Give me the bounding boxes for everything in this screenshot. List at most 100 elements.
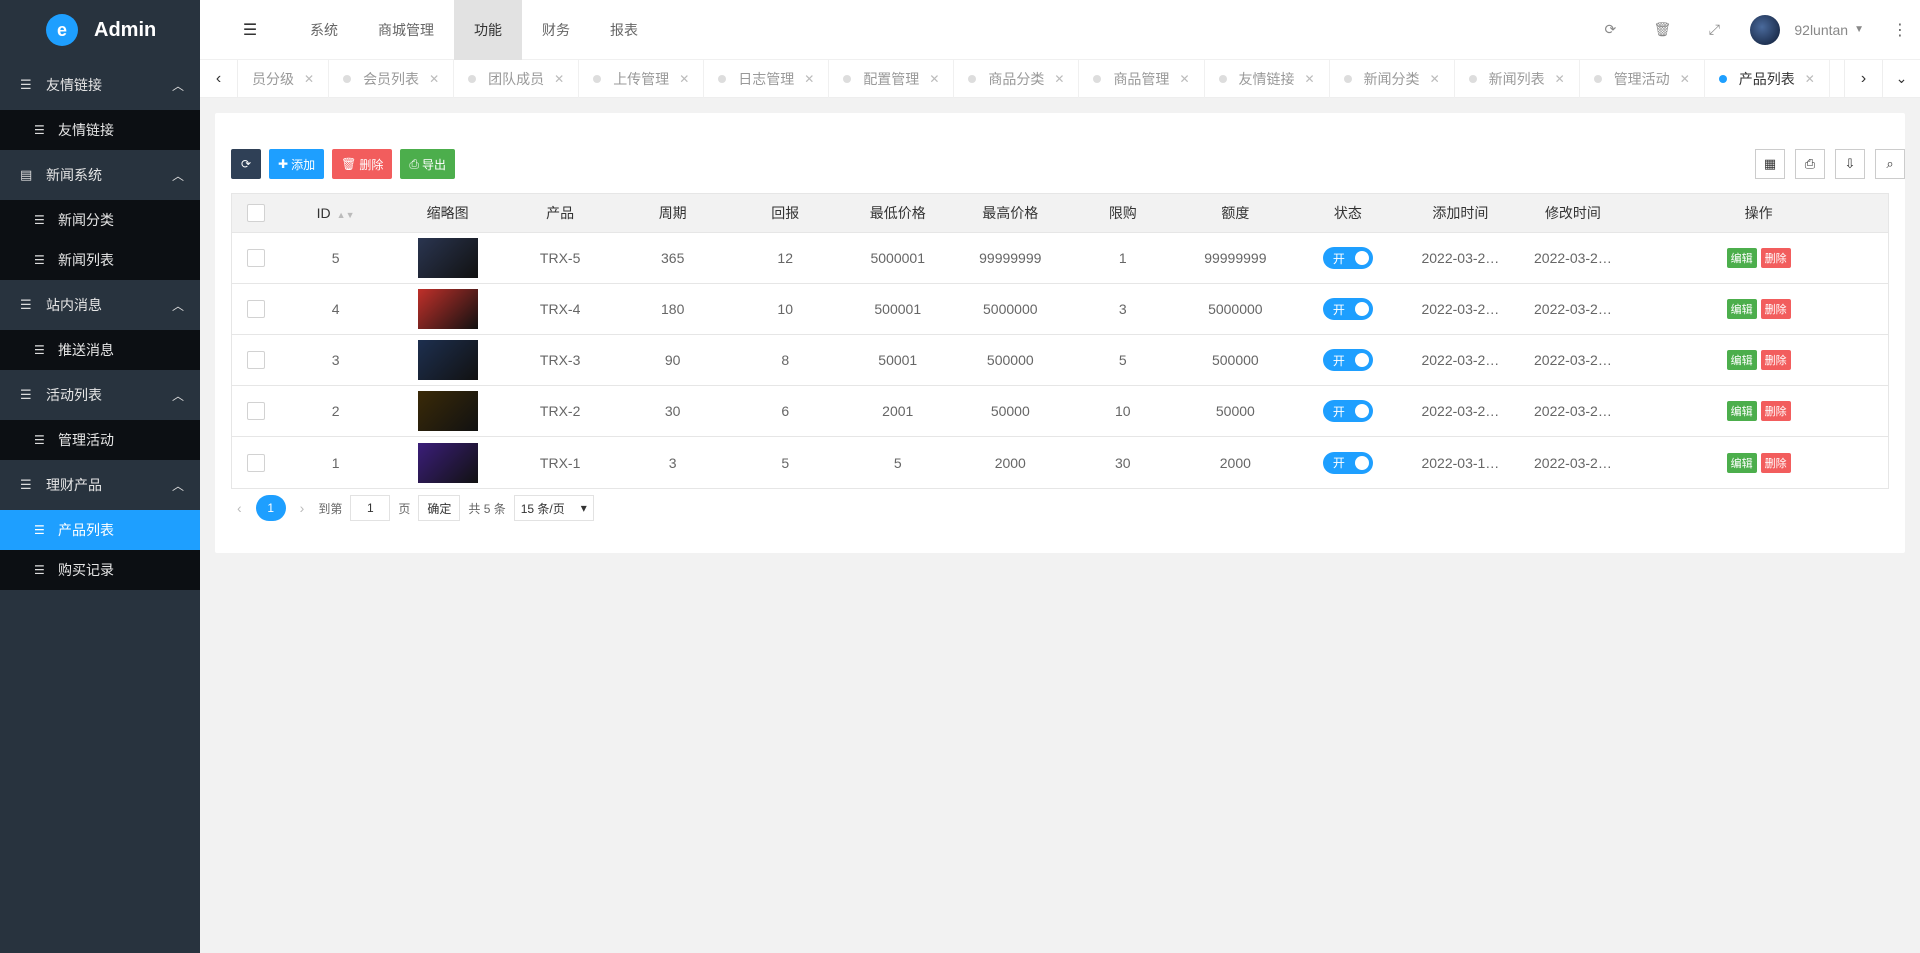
nav-item[interactable]: 系统: [290, 0, 358, 60]
page-tab[interactable]: 管理活动 ✕: [1580, 59, 1705, 98]
nav-item[interactable]: 功能: [454, 0, 522, 60]
page-tab[interactable]: 日志管理 ✕: [704, 59, 830, 98]
page-tab[interactable]: 产品列表 ✕: [1705, 59, 1830, 98]
sidebar-item[interactable]: ☰ 新闻分类: [0, 200, 200, 240]
row-delete-button[interactable]: 删除: [1760, 452, 1791, 473]
close-icon[interactable]: ✕: [929, 72, 939, 86]
nav-item[interactable]: 商城管理: [358, 0, 454, 60]
close-icon[interactable]: ✕: [429, 72, 439, 86]
row-checkbox[interactable]: [246, 453, 265, 472]
main-card: ⟳ ✚ 添加 🗑 删除 ⎙ 导出 ▦ ⎙ ⇩ ⌕ ID ▲▼ 缩略图 产品 周期 回报 …: [215, 113, 1905, 553]
logo[interactable]: e Admin: [0, 0, 200, 60]
menu-group-2[interactable]: ☰ 站内消息 ︿: [0, 280, 200, 330]
trash-icon[interactable]: 🗑: [1636, 21, 1688, 38]
row-delete-button[interactable]: 删除: [1760, 299, 1791, 319]
close-icon[interactable]: ✕: [679, 72, 689, 86]
refresh-icon[interactable]: ⟳: [1584, 21, 1636, 38]
status-toggle[interactable]: 开: [1322, 451, 1373, 474]
status-toggle[interactable]: 开: [1322, 400, 1373, 422]
close-icon[interactable]: ✕: [1555, 72, 1565, 86]
menu-group-4[interactable]: ☰ 理财产品 ︿: [0, 460, 200, 510]
sidebar-item[interactable]: ☰ 推送消息: [0, 330, 200, 370]
page-size-select[interactable]: 15 条/页 ▾: [513, 495, 594, 521]
close-icon[interactable]: ✕: [1305, 72, 1315, 86]
sidebar-item[interactable]: ☰ 购买记录: [0, 550, 200, 590]
edit-button[interactable]: 编辑: [1726, 248, 1757, 268]
close-icon[interactable]: ✕: [1430, 72, 1440, 86]
username[interactable]: 92luntan: [1794, 22, 1848, 38]
tabs-prev-icon[interactable]: ‹: [200, 59, 238, 98]
fullscreen-icon[interactable]: ⤢: [1688, 21, 1740, 38]
menu-group-0[interactable]: ☰ 友情链接 ︿: [0, 60, 200, 110]
caret-down-icon[interactable]: ▼: [1854, 24, 1864, 35]
page-tab[interactable]: 上传管理 ✕: [579, 59, 705, 98]
tab-label: 员分级: [252, 70, 294, 87]
next-page-icon[interactable]: ›: [294, 500, 311, 516]
edit-button[interactable]: 编辑: [1726, 401, 1757, 421]
col-id[interactable]: ID ▲▼: [280, 205, 392, 221]
more-icon[interactable]: ⋮: [1892, 20, 1908, 40]
tabs-next-icon[interactable]: ›: [1844, 59, 1882, 98]
close-icon[interactable]: ✕: [304, 72, 314, 86]
edit-button[interactable]: 编辑: [1726, 299, 1757, 319]
page-tab[interactable]: 商品管理 ✕: [1079, 59, 1205, 98]
sidebar-item[interactable]: ☰ 产品列表: [0, 510, 200, 550]
row-checkbox[interactable]: [246, 351, 265, 370]
nav-item[interactable]: 财务: [522, 0, 590, 60]
page-tab[interactable]: 团队成员 ✕: [454, 59, 580, 98]
page-tab[interactable]: 商品分类 ✕: [954, 59, 1080, 98]
sidebar-item[interactable]: ☰ 新闻列表: [0, 240, 200, 280]
toggle-label: 开: [1332, 353, 1345, 368]
page-tab[interactable]: 新闻分类 ✕: [1330, 59, 1455, 98]
sidebar-item[interactable]: ☰ 友情链接: [0, 110, 200, 150]
edit-button[interactable]: 编辑: [1726, 452, 1757, 473]
close-icon[interactable]: ✕: [1680, 72, 1690, 86]
list-icon: ☰: [20, 297, 32, 312]
add-button[interactable]: ✚ 添加: [269, 149, 325, 179]
page-tab[interactable]: 新闻列表 ✕: [1455, 59, 1580, 98]
confirm-button[interactable]: 确定: [418, 495, 461, 521]
print-icon[interactable]: ⎙: [1795, 149, 1825, 179]
export-icon[interactable]: ⇩: [1835, 149, 1865, 179]
tab-dot-icon: [1218, 74, 1227, 83]
close-icon[interactable]: ✕: [554, 72, 564, 86]
prev-page-icon[interactable]: ‹: [231, 500, 248, 516]
page-input[interactable]: 1: [350, 495, 391, 521]
select-all-checkbox[interactable]: [246, 204, 265, 223]
row-checkbox[interactable]: [246, 249, 265, 268]
status-toggle[interactable]: 开: [1322, 349, 1373, 371]
sort-icon[interactable]: ▲▼: [337, 210, 355, 220]
page-tab[interactable]: 员分级 ✕: [238, 59, 330, 98]
close-icon[interactable]: ✕: [1054, 72, 1064, 86]
menu-toggle-icon[interactable]: ☰: [225, 20, 275, 40]
row-delete-button[interactable]: 删除: [1760, 248, 1791, 268]
menu-group-3[interactable]: ☰ 活动列表 ︿: [0, 370, 200, 420]
close-icon[interactable]: ✕: [1179, 72, 1189, 86]
sidebar-item[interactable]: ☰ 管理活动: [0, 420, 200, 460]
nav-item[interactable]: 报表: [590, 0, 658, 60]
export-button[interactable]: ⎙ 导出: [400, 149, 455, 179]
cell-limit: 10: [1115, 403, 1131, 419]
current-page[interactable]: 1: [255, 495, 286, 521]
close-icon[interactable]: ✕: [804, 72, 814, 86]
row-checkbox[interactable]: [246, 300, 265, 319]
row-delete-button[interactable]: 删除: [1760, 401, 1791, 421]
row-checkbox[interactable]: [246, 402, 265, 421]
page-tab[interactable]: 配置管理 ✕: [829, 59, 955, 98]
delete-button[interactable]: 🗑 删除: [332, 149, 393, 179]
row-delete-button[interactable]: 删除: [1760, 350, 1791, 370]
page-tab[interactable]: 会员列表 ✕: [329, 59, 455, 98]
columns-icon[interactable]: ▦: [1755, 149, 1785, 179]
status-toggle[interactable]: 开: [1322, 298, 1373, 320]
menu-group-label: 友情链接: [46, 77, 102, 93]
status-toggle[interactable]: 开: [1322, 247, 1373, 269]
refresh-button[interactable]: ⟳: [231, 149, 261, 179]
avatar[interactable]: [1750, 14, 1781, 45]
search-icon[interactable]: ⌕: [1875, 149, 1905, 179]
page-tab[interactable]: 友情链接 ✕: [1205, 59, 1330, 98]
sidebar-item-label: 新闻分类: [58, 212, 114, 228]
close-icon[interactable]: ✕: [1805, 72, 1815, 86]
menu-group-1[interactable]: ▤ 新闻系统 ︿: [0, 150, 200, 200]
edit-button[interactable]: 编辑: [1726, 350, 1757, 370]
tabs-dropdown-icon[interactable]: ⌄: [1882, 59, 1920, 98]
